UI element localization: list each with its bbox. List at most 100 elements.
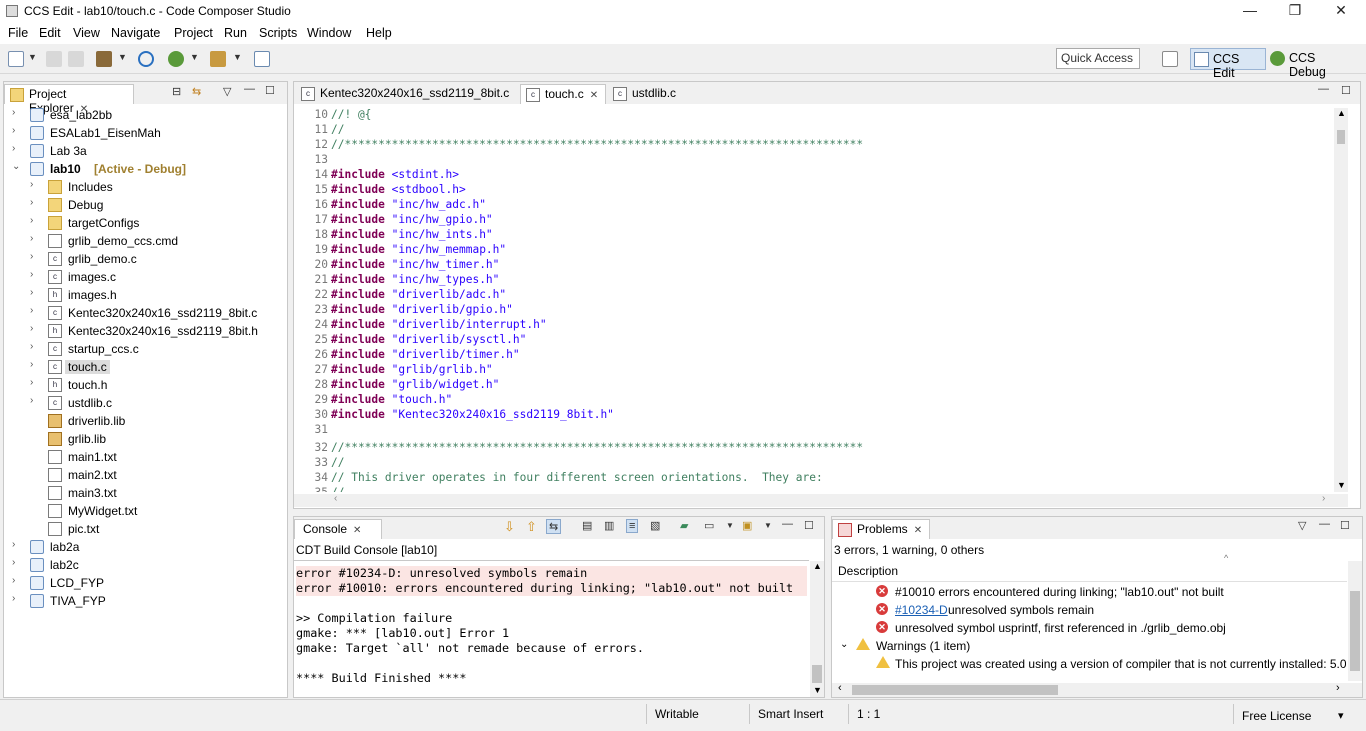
- tree-item[interactable]: ⌄ lab10 [Active - Debug]: [4, 160, 287, 178]
- tree-item[interactable]: › c Kentec320x240x16_ssd2119_8bit.c: [4, 304, 287, 322]
- tree-item[interactable]: › lab2c: [4, 556, 287, 574]
- scroll-thumb[interactable]: [812, 665, 822, 683]
- tree-item[interactable]: › c ustdlib.c: [4, 394, 287, 412]
- chevron-right-icon[interactable]: ›: [30, 179, 40, 190]
- scroll-left-icon[interactable]: ‹: [334, 493, 337, 504]
- tree-item[interactable]: pic.txt: [4, 520, 287, 538]
- new-file-icon[interactable]: [8, 51, 24, 67]
- scroll-right-icon[interactable]: ›: [1336, 682, 1340, 694]
- problems-horizontal-scrollbar[interactable]: ‹ ›: [832, 682, 1362, 697]
- chevron-right-icon[interactable]: ›: [12, 575, 22, 586]
- tree-item[interactable]: › c images.c: [4, 268, 287, 286]
- perspective-ccs-edit[interactable]: CCS Edit: [1190, 48, 1266, 80]
- chevron-down-icon[interactable]: ▼: [28, 52, 37, 62]
- tree-item[interactable]: main2.txt: [4, 466, 287, 484]
- save-all-icon[interactable]: [68, 51, 84, 67]
- minimize-view-icon[interactable]: —: [244, 83, 255, 95]
- menu-file[interactable]: File: [8, 26, 28, 40]
- chevron-right-icon[interactable]: ›: [12, 557, 22, 568]
- word-wrap-icon[interactable]: ≡: [626, 519, 639, 533]
- open-console-icon[interactable]: ▣: [742, 519, 752, 532]
- chevron-right-icon[interactable]: ›: [30, 233, 40, 244]
- description-column-header[interactable]: Description: [838, 564, 898, 578]
- scroll-up-icon[interactable]: ▲: [813, 561, 822, 571]
- menu-window[interactable]: Window: [307, 26, 351, 40]
- editor-horizontal-scrollbar[interactable]: ‹ ›: [294, 493, 1348, 507]
- menu-edit[interactable]: Edit: [39, 26, 61, 40]
- minimize-button[interactable]: —: [1240, 2, 1260, 18]
- problem-link[interactable]: #10234-D: [895, 603, 948, 617]
- tree-item[interactable]: MyWidget.txt: [4, 502, 287, 520]
- scroll-left-icon[interactable]: ‹: [838, 682, 842, 694]
- chevron-right-icon[interactable]: ›: [30, 287, 40, 298]
- debug-bug-icon[interactable]: [168, 51, 184, 67]
- pin-console-icon[interactable]: ▰: [680, 519, 688, 532]
- close-icon[interactable]: ✕: [353, 525, 361, 536]
- collapse-all-icon[interactable]: ⊟: [172, 85, 181, 98]
- tree-item[interactable]: › ESALab1_EisenMah: [4, 124, 287, 142]
- menu-navigate[interactable]: Navigate: [111, 26, 160, 40]
- chevron-right-icon[interactable]: ›: [30, 305, 40, 316]
- chevron-down-icon[interactable]: ▼: [118, 52, 127, 62]
- maximize-view-icon[interactable]: ☐: [265, 84, 275, 97]
- view-menu-icon[interactable]: ▽: [1298, 519, 1306, 532]
- tree-item[interactable]: › LCD_FYP: [4, 574, 287, 592]
- open-perspective-icon[interactable]: [1162, 51, 1178, 67]
- chevron-right-icon[interactable]: ›: [30, 395, 40, 406]
- view-menu-icon[interactable]: ▽: [223, 85, 231, 98]
- chevron-right-icon[interactable]: ›: [12, 125, 22, 136]
- code-area[interactable]: 10//! @{11//12//************************…: [294, 108, 1332, 492]
- chevron-down-icon[interactable]: ▼: [764, 521, 772, 530]
- tab-problems[interactable]: Problems ✕: [832, 519, 930, 539]
- save-icon[interactable]: [46, 51, 62, 67]
- menu-project[interactable]: Project: [174, 26, 213, 40]
- quick-access-input[interactable]: Quick Access: [1056, 48, 1140, 69]
- scroll-down-icon[interactable]: ▼: [813, 685, 822, 695]
- tree-item[interactable]: main3.txt: [4, 484, 287, 502]
- maximize-view-icon[interactable]: ☐: [804, 519, 814, 532]
- copy-icon[interactable]: ▥: [604, 519, 614, 532]
- scroll-thumb[interactable]: [852, 685, 1058, 695]
- tree-item[interactable]: › esa_lab2bb: [4, 106, 287, 124]
- menu-help[interactable]: Help: [366, 26, 392, 40]
- tab-kentec-c[interactable]: c Kentec320x240x16_ssd2119_8bit.c: [296, 84, 518, 104]
- chevron-down-icon[interactable]: ▼: [233, 52, 242, 62]
- tree-item[interactable]: › TIVA_FYP: [4, 592, 287, 610]
- console-output[interactable]: error #10234-D: unresolved symbols remai…: [294, 563, 809, 697]
- scroll-thumb[interactable]: [1350, 591, 1360, 671]
- minimize-view-icon[interactable]: —: [782, 518, 793, 530]
- close-icon[interactable]: ✕: [914, 525, 922, 536]
- restore-button[interactable]: ❐: [1285, 2, 1305, 19]
- tree-item[interactable]: › Includes: [4, 178, 287, 196]
- tree-item[interactable]: grlib.lib: [4, 430, 287, 448]
- chevron-right-icon[interactable]: ›: [12, 143, 22, 154]
- scroll-down-arrow-icon[interactable]: ⇩: [504, 519, 515, 535]
- maximize-view-icon[interactable]: ☐: [1341, 84, 1351, 97]
- scroll-lock-icon[interactable]: ⇆: [546, 519, 562, 534]
- problems-vertical-scrollbar[interactable]: [1348, 561, 1362, 681]
- build-hammer-icon[interactable]: [96, 51, 112, 67]
- clear-console-icon[interactable]: ▤: [582, 519, 592, 532]
- chevron-right-icon[interactable]: ›: [12, 593, 22, 604]
- tab-console[interactable]: Console ✕: [294, 519, 382, 539]
- tab-touch-c[interactable]: c touch.c ✕: [520, 84, 606, 104]
- chevron-right-icon[interactable]: ›: [30, 377, 40, 388]
- tree-item[interactable]: › c grlib_demo.c: [4, 250, 287, 268]
- tab-project-explorer[interactable]: Project Explorer ✕: [4, 84, 134, 115]
- chevron-right-icon[interactable]: ›: [12, 107, 22, 118]
- tree-item[interactable]: driverlib.lib: [4, 412, 287, 430]
- scroll-thumb[interactable]: [1337, 130, 1345, 144]
- license-menu-icon[interactable]: ▾: [1338, 709, 1344, 722]
- problem-row[interactable]: This project was created using a version…: [876, 655, 1346, 673]
- chevron-right-icon[interactable]: ›: [30, 323, 40, 334]
- tree-item[interactable]: › Debug: [4, 196, 287, 214]
- search-icon[interactable]: [138, 51, 154, 67]
- flash-tool-icon[interactable]: [210, 51, 226, 67]
- scroll-right-icon[interactable]: ›: [1322, 493, 1325, 504]
- tab-ustdlib-c[interactable]: c ustdlib.c: [608, 84, 688, 104]
- chevron-right-icon[interactable]: ›: [30, 269, 40, 280]
- tree-item[interactable]: › targetConfigs: [4, 214, 287, 232]
- perspective-ccs-debug[interactable]: CCS Debug: [1267, 48, 1357, 79]
- scroll-up-icon[interactable]: ▲: [1337, 108, 1346, 118]
- console-vertical-scrollbar[interactable]: ▲ ▼: [810, 561, 824, 697]
